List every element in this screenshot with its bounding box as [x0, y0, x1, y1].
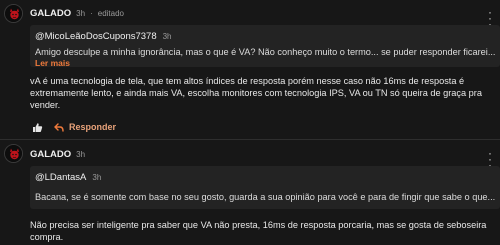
like-button[interactable] [30, 120, 44, 134]
quote-timestamp: 3h [92, 173, 102, 182]
comment: GALADO 3h · · · @LDantasA 3h Bacana, se é … [0, 140, 500, 245]
timestamp[interactable]: 3h [76, 150, 85, 159]
thumbs-up-icon [32, 122, 42, 132]
comment-header: GALADO 3h · editado [30, 6, 124, 20]
author-name[interactable]: GALADO [30, 8, 71, 19]
read-more-link[interactable]: Ler mais [35, 58, 70, 67]
avatar[interactable] [4, 4, 23, 23]
comment-body: vA é uma tecnologia de tela, que tem alt… [30, 76, 482, 110]
reply-arrow-icon [54, 122, 64, 132]
devil-avatar-icon [5, 145, 22, 162]
quote-author[interactable]: @LDantasA [35, 172, 86, 183]
quote-text: Amigo desculpe a minha ignorância, mas o… [35, 47, 496, 57]
comment: GALADO 3h · editado · · · @MicoLeãoDosCupo… [0, 0, 500, 140]
edited-label: editado [97, 8, 124, 18]
comment-header: GALADO 3h [30, 147, 85, 161]
timestamp[interactable]: 3h [76, 9, 85, 18]
separator: · [90, 8, 93, 18]
quoted-comment: @LDantasA 3h Bacana, se é somente com ba… [30, 166, 500, 209]
comment-body: Não precisa ser inteligente pra saber qu… [30, 220, 487, 242]
quote-timestamp: 3h [162, 32, 172, 41]
reply-button[interactable]: Responder [54, 122, 116, 132]
reply-label: Responder [69, 122, 117, 132]
comment-actions: Responder [30, 120, 116, 134]
author-name[interactable]: GALADO [30, 149, 71, 160]
quote-text: Bacana, se é somente com base no seu gos… [35, 192, 496, 202]
quoted-comment: @MicoLeãoDosCupons7378 3h Amigo desculpe… [30, 25, 500, 67]
devil-avatar-icon [5, 5, 22, 22]
avatar[interactable] [4, 144, 23, 163]
quote-author[interactable]: @MicoLeãoDosCupons7378 [35, 31, 157, 42]
